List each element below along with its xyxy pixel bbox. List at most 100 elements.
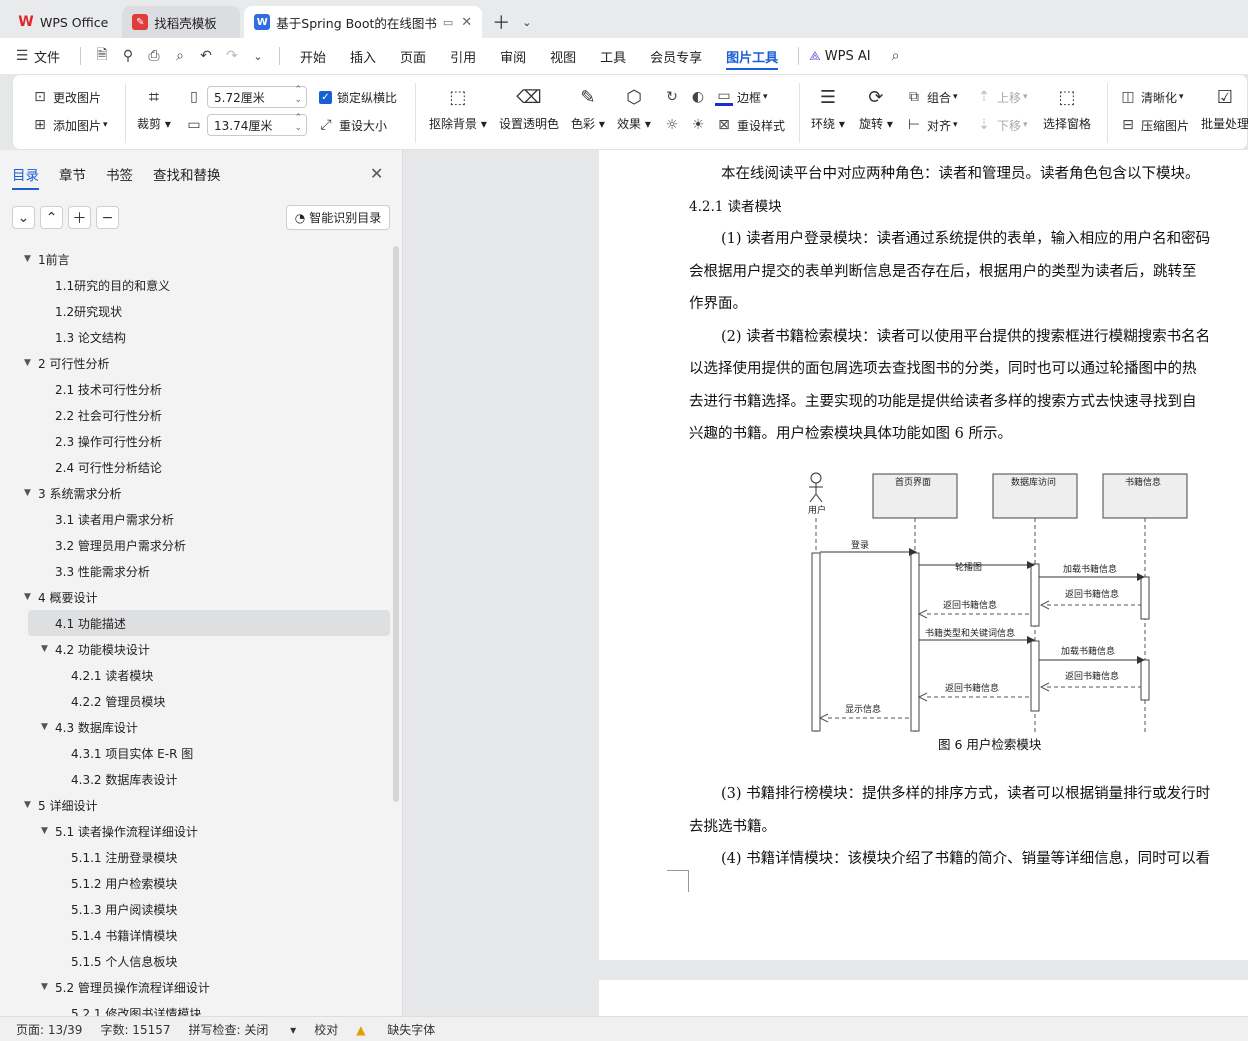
- toc-item[interactable]: ▼ 4 概要设计: [0, 584, 400, 610]
- menu-review[interactable]: 审阅: [488, 38, 538, 74]
- tab-docer[interactable]: ✎ 找稻壳模板: [122, 6, 241, 38]
- share-icon[interactable]: ⚲: [115, 38, 141, 74]
- toc-item[interactable]: 1.3 论文结构: [0, 324, 400, 350]
- page-indicator[interactable]: 页面: 13/39: [16, 1021, 82, 1038]
- tab-chapters[interactable]: 章节: [59, 164, 86, 184]
- move-down-button[interactable]: ⇣ 下移 ▾: [975, 116, 1027, 134]
- smart-toc-button[interactable]: ◔ 智能识别目录: [286, 205, 390, 230]
- tab-bookmarks[interactable]: 书签: [106, 164, 133, 184]
- expand-arrow-icon[interactable]: ▼: [24, 358, 31, 368]
- brightness-down-icon[interactable]: ☀: [689, 116, 711, 134]
- brightness-icon[interactable]: ◐: [689, 88, 711, 106]
- toc-item[interactable]: 5.1.3 用户阅读模块: [0, 896, 400, 922]
- align-button[interactable]: ⊢ 对齐 ▾: [905, 116, 958, 134]
- menu-picture-tools[interactable]: 图片工具: [714, 38, 790, 74]
- undo-icon[interactable]: ↶: [193, 38, 219, 74]
- height-input[interactable]: 13.74厘米: [207, 113, 307, 136]
- tab-toc[interactable]: 目录: [12, 164, 39, 190]
- toc-item[interactable]: ▼ 4.3 数据库设计: [0, 714, 400, 740]
- toc-item[interactable]: ▼ 5.1 读者操作流程详细设计: [0, 818, 400, 844]
- chevron-down-icon[interactable]: ⌄: [516, 6, 537, 38]
- crop-button[interactable]: ⌗ 裁剪 ▾: [137, 85, 171, 132]
- print-preview-icon[interactable]: ⌕: [167, 38, 193, 74]
- select-pane-button[interactable]: ⬚ 选择窗格: [1043, 85, 1091, 132]
- menu-home[interactable]: 开始: [288, 38, 338, 74]
- add-heading-button[interactable]: ＋: [68, 206, 91, 229]
- redo-icon[interactable]: ↷: [219, 38, 245, 74]
- set-transparent-button[interactable]: ⌫ 设置透明色: [499, 85, 559, 132]
- toc-item[interactable]: 2.4 可行性分析结论: [0, 454, 400, 480]
- menu-view[interactable]: 视图: [538, 38, 588, 74]
- rotate-left-icon[interactable]: ↻: [663, 88, 685, 106]
- toc-item[interactable]: 1.2研究现状: [0, 298, 400, 324]
- menu-tools[interactable]: 工具: [588, 38, 638, 74]
- toc-item[interactable]: 1.1研究的目的和意义: [0, 272, 400, 298]
- tab-wps-office[interactable]: W WPS Office: [8, 6, 118, 38]
- rotate-button[interactable]: ⟳ 旋转 ▾: [859, 85, 893, 132]
- toc-item[interactable]: 4.2.1 读者模块: [0, 662, 400, 688]
- toc-item[interactable]: 3.3 性能需求分析: [0, 558, 400, 584]
- close-icon[interactable]: ✕: [461, 15, 472, 30]
- hamburger-icon[interactable]: ☰: [14, 38, 30, 74]
- add-image-button[interactable]: ⊞ 添加图片 ▾: [31, 116, 107, 134]
- toc-item[interactable]: ▼ 5 详细设计: [0, 792, 400, 818]
- sequence-diagram[interactable]: 用户 首页界面 数据库访问 书籍信息 登录 轮播图 加载书籍信息 返回书籍信息 …: [799, 468, 1199, 758]
- save-icon[interactable]: 🗎: [89, 38, 115, 74]
- search-icon[interactable]: ⌕: [883, 38, 909, 74]
- compress-button[interactable]: ⊟ 压缩图片: [1119, 116, 1189, 134]
- toc-item[interactable]: 4.2.2 管理员模块: [0, 688, 400, 714]
- print-icon[interactable]: ⎙: [141, 38, 167, 74]
- toc-item[interactable]: ▼ 2 可行性分析: [0, 350, 400, 376]
- move-up-button[interactable]: ⇡ 上移 ▾: [975, 88, 1027, 106]
- toc-item[interactable]: ▼ 1前言: [0, 246, 400, 272]
- more-icon[interactable]: ⌄: [245, 38, 271, 74]
- menu-page[interactable]: 页面: [388, 38, 438, 74]
- toc-item[interactable]: 4.1 功能描述: [28, 610, 390, 636]
- remove-heading-button[interactable]: −: [96, 206, 119, 229]
- toc-item[interactable]: ▼ 5.2 管理员操作流程详细设计: [0, 974, 400, 1000]
- width-input[interactable]: 5.72厘米: [207, 85, 307, 108]
- tab-find-replace[interactable]: 查找和替换: [153, 164, 221, 184]
- toc-item[interactable]: 4.3.2 数据库表设计: [0, 766, 400, 792]
- toc-item[interactable]: 3.1 读者用户需求分析: [0, 506, 400, 532]
- change-image-button[interactable]: ⊡ 更改图片: [31, 88, 101, 106]
- color-button[interactable]: ✎ 色彩 ▾: [571, 85, 605, 132]
- menu-member[interactable]: 会员专享: [638, 38, 714, 74]
- expand-arrow-icon[interactable]: ▼: [41, 982, 48, 992]
- monitor-icon[interactable]: ▭: [443, 16, 453, 29]
- toc-item[interactable]: 5.1.1 注册登录模块: [0, 844, 400, 870]
- batch-button[interactable]: ☑ 批量处理: [1201, 85, 1248, 132]
- expand-arrow-icon[interactable]: ▼: [41, 644, 48, 654]
- remove-bg-button[interactable]: ⬚ 抠除背景 ▾: [429, 85, 487, 132]
- expand-arrow-icon[interactable]: ▼: [41, 826, 48, 836]
- spell-check[interactable]: 拼写检查: 关闭 ▾: [189, 1021, 297, 1038]
- menu-file[interactable]: 文件: [30, 38, 72, 74]
- move-up-button[interactable]: ⌃: [40, 206, 63, 229]
- effects-button[interactable]: ⬡ 效果 ▾: [617, 85, 651, 132]
- expand-arrow-icon[interactable]: ▼: [24, 592, 31, 602]
- reset-style-button[interactable]: ⊠ 重设样式: [715, 116, 785, 134]
- expand-arrow-icon[interactable]: ▼: [24, 488, 31, 498]
- menu-references[interactable]: 引用: [438, 38, 488, 74]
- collapse-all-button[interactable]: ⌄: [12, 206, 35, 229]
- menu-wps-ai[interactable]: ⟁ WPS AI: [807, 38, 882, 74]
- toc-item[interactable]: 3.2 管理员用户需求分析: [0, 532, 400, 558]
- toc-item[interactable]: 5.1.4 书籍详情模块: [0, 922, 400, 948]
- expand-arrow-icon[interactable]: ▼: [41, 722, 48, 732]
- expand-arrow-icon[interactable]: ▼: [24, 254, 31, 264]
- proofread-button[interactable]: 校对: [314, 1021, 338, 1038]
- menu-insert[interactable]: 插入: [338, 38, 388, 74]
- border-button[interactable]: ▭ 边框 ▾: [715, 88, 768, 106]
- tab-document[interactable]: W 基于Spring Boot的在线图书 ▭ ✕: [244, 6, 483, 38]
- toc-item[interactable]: 4.3.1 项目实体 E-R 图: [0, 740, 400, 766]
- toc-item[interactable]: 2.2 社会可行性分析: [0, 402, 400, 428]
- reset-size-button[interactable]: ⤢ 重设大小: [317, 116, 387, 134]
- brightness-up-icon[interactable]: ☼: [663, 116, 685, 134]
- toc-item[interactable]: ▼ 4.2 功能模块设计: [0, 636, 400, 662]
- sharpen-button[interactable]: ◫ 清晰化 ▾: [1119, 88, 1183, 106]
- group-button[interactable]: ⧉ 组合 ▾: [905, 88, 958, 106]
- wrap-button[interactable]: ☰ 环绕 ▾: [811, 85, 845, 132]
- expand-arrow-icon[interactable]: ▼: [24, 800, 31, 810]
- new-tab-button[interactable]: ＋: [486, 6, 516, 38]
- lock-ratio-checkbox[interactable]: ✓ 锁定纵横比: [319, 89, 397, 106]
